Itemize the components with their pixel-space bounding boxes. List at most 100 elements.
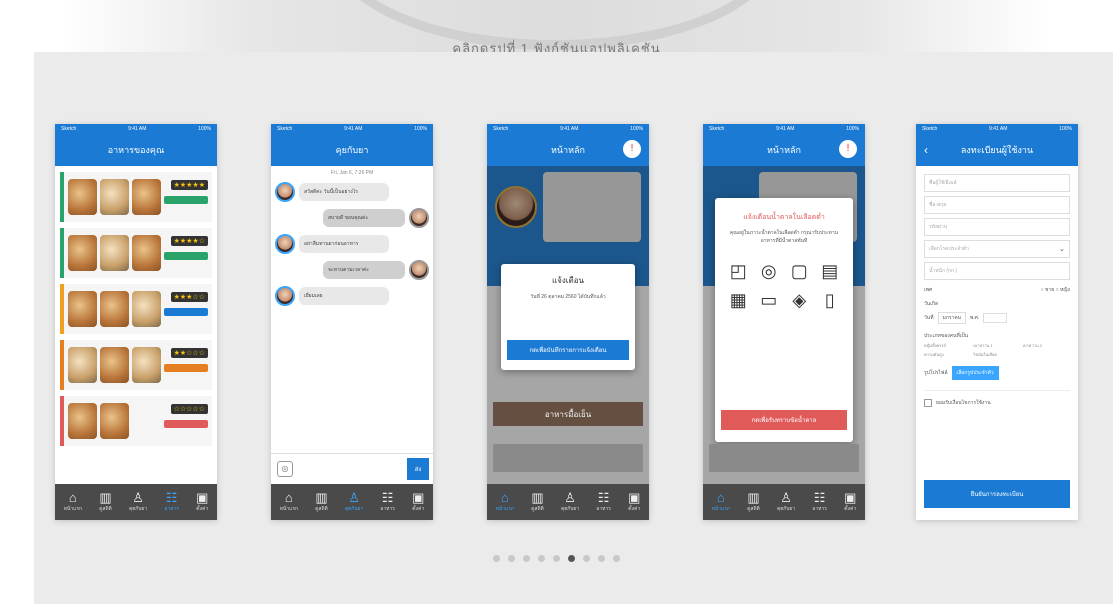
food-row[interactable]: ☆☆☆☆☆ (60, 396, 212, 446)
rating-stars: ★★★★★ (170, 180, 208, 190)
tab-stats[interactable]: ▥ ดูสถิติ (99, 491, 112, 513)
upload-row: รูปโปรไฟล์ เลือกรูปประจำตัว (924, 366, 1070, 380)
tab-chat[interactable]: ♙ คุยกับยา (345, 491, 363, 513)
header-banner: คลิกดูรูปที่ 1 ฟังก์ชันแอปพลิเคชัน (0, 0, 1113, 52)
tab-settings[interactable]: ▣ ตั้งค่า (196, 491, 208, 513)
alert-icon[interactable]: ! (623, 140, 641, 158)
tab-home[interactable]: ⌂ หน้าแรก (496, 491, 514, 513)
screen-title: หน้าหลัก! (487, 134, 649, 166)
type-options: หญิงตั้งครรภ์ เบาหวาน 1 เบาหวาน 2 ความดันสู… (924, 342, 1070, 358)
pagination-dot[interactable] (508, 555, 515, 562)
type-checkbox[interactable]: ไขมันในเลือด (973, 351, 1020, 358)
pagination-dot[interactable] (613, 555, 620, 562)
tab-food[interactable]: ☷ อาหาร (380, 491, 395, 513)
food-row[interactable]: ★★★★★ (60, 172, 212, 222)
year-select[interactable]: พ.ศ. (970, 314, 979, 322)
fullname-field[interactable]: ชื่อ-สกุล (924, 196, 1070, 214)
modal-button[interactable]: กดเพื่อบันทึกรายการแจ้งเตือน (507, 340, 629, 360)
tab-home[interactable]: ⌂ หน้าแรก (280, 491, 298, 513)
day-select[interactable]: วันที่ (924, 314, 934, 322)
tab-food[interactable]: ☷ อาหาร (812, 491, 827, 513)
food-row[interactable]: ★★★☆☆ (60, 284, 212, 334)
tab-chat[interactable]: ♙ คุยกับยา (129, 491, 147, 513)
weight-field[interactable]: น้ำหนัก (กก.) (924, 262, 1070, 280)
back-icon[interactable]: ‹ (924, 143, 928, 157)
food-icon: ☷ (165, 490, 178, 505)
send-button[interactable]: ส่ง (407, 458, 429, 480)
message-input[interactable] (293, 461, 407, 477)
alert-icon[interactable]: ! (839, 140, 857, 158)
food-row[interactable]: ★★☆☆☆ (60, 340, 212, 390)
message-bubble: จะทานตามเวลาค่ะ (323, 261, 405, 279)
pagination-dot[interactable] (538, 555, 545, 562)
food-icon: ☷ (813, 490, 826, 505)
settings-icon: ▣ (628, 490, 641, 505)
modal-button[interactable]: กดเพื่อรับทราบข้อน้ำตาล (721, 410, 847, 430)
food-icon: ☷ (597, 490, 610, 505)
tab-home[interactable]: ⌂ หน้าแรก (712, 491, 730, 513)
pagination-dot[interactable] (568, 555, 575, 562)
tab-food[interactable]: ☷ อาหาร (164, 491, 179, 513)
confirm-badge[interactable] (164, 308, 208, 316)
tab-stats[interactable]: ▥ ดูสถิติ (747, 491, 760, 513)
tab-chat[interactable]: ♙ คุยกับยา (561, 491, 579, 513)
message-bubble: อย่าลืมทานยาก่อนอาหาร (299, 235, 389, 253)
orange-icon: ◎ (760, 261, 777, 281)
food-image (100, 347, 129, 383)
bottom-card[interactable] (709, 444, 859, 472)
disease-select[interactable]: เลือกโรคประจำตัว ⌄ (924, 240, 1070, 258)
phone-low-sugar-alert: Sketch 9:41 AM 100% หน้าหลัก! แจ้งเตือนน้ำ… (703, 124, 865, 520)
food-image (100, 291, 129, 327)
tab-home[interactable]: ⌂ หน้าแรก (64, 491, 82, 513)
tab-settings[interactable]: ▣ ตั้งค่า (628, 491, 640, 513)
submit-button[interactable]: ยืนยันการลงทะเบียน (924, 480, 1070, 508)
status-bar: Sketch 9:41 AM 100% (487, 124, 649, 134)
avatar (409, 208, 429, 228)
rating-stars: ★★☆☆☆ (170, 348, 208, 358)
status-bar: Sketch 9:41 AM 100% (703, 124, 865, 134)
gender-row: เพศ ○ ชาย ○ หญิง (924, 287, 1070, 293)
agree-checkbox[interactable] (924, 399, 932, 407)
pagination-dot[interactable] (493, 555, 500, 562)
password-field[interactable]: รหัสผ่าน (924, 218, 1070, 236)
tab-settings[interactable]: ▣ ตั้งค่า (844, 491, 856, 513)
food-image (100, 403, 129, 439)
tab-settings[interactable]: ▣ ตั้งค่า (412, 491, 424, 513)
tab-food[interactable]: ☷ อาหาร (596, 491, 611, 513)
birth-label: วันเกิด (924, 301, 939, 307)
phone-food-list: Sketch 9:41 AM 100% อาหารของคุณ ★★★★★ ★★★★… (55, 124, 217, 520)
pagination-dot[interactable] (553, 555, 560, 562)
confirm-badge[interactable] (164, 364, 208, 372)
pagination-dot[interactable] (523, 555, 530, 562)
type-checkbox[interactable]: เบาหวาน 2 (1023, 342, 1070, 349)
tab-stats[interactable]: ▥ ดูสถิติ (315, 491, 328, 513)
alert-modal: แจ้งเตือนน้ำตาลในเลือดต่ำ คุณอยู่ในภาวะน… (715, 198, 853, 442)
username-field[interactable]: ชื่อผู้ใช้/อีเมล์ (924, 174, 1070, 192)
bottle-icon: ▯ (824, 290, 835, 310)
food-image (132, 235, 161, 271)
message-row: เยี่ยมเลย (275, 286, 429, 306)
stats-icon: ▥ (531, 490, 544, 505)
confirm-badge[interactable] (164, 252, 208, 260)
tab-chat[interactable]: ♙ คุยกับยา (777, 491, 795, 513)
pagination-dot[interactable] (598, 555, 605, 562)
type-checkbox[interactable]: ความดันสูง (924, 351, 971, 358)
type-checkbox[interactable]: หญิงตั้งครรภ์ (924, 342, 971, 349)
confirm-badge[interactable] (164, 420, 208, 428)
meal-banner[interactable]: อาหารมื้อเย็น (493, 402, 643, 426)
month-select[interactable]: มกราคม (937, 312, 966, 324)
year-input[interactable] (983, 313, 1008, 323)
tab-stats[interactable]: ▥ ดูสถิติ (531, 491, 544, 513)
message-bubble: สบายดี ขอบคุณค่ะ (323, 209, 405, 227)
pagination-dot[interactable] (583, 555, 590, 562)
screen-title: ‹ ลงทะเบียนผู้ใช้งาน (916, 134, 1078, 166)
bottom-card[interactable] (493, 444, 643, 472)
avatar (409, 260, 429, 280)
type-checkbox[interactable]: เบาหวาน 1 (973, 342, 1020, 349)
food-row[interactable]: ★★★★☆ (60, 228, 212, 278)
camera-icon[interactable]: ◎ (277, 461, 293, 477)
upload-button[interactable]: เลือกรูปประจำตัว (951, 366, 999, 380)
bread-icon: ▢ (790, 261, 808, 281)
confirm-badge[interactable] (164, 196, 208, 204)
chat-date: Fri, Jan 6, 7:26 PM (330, 170, 374, 176)
